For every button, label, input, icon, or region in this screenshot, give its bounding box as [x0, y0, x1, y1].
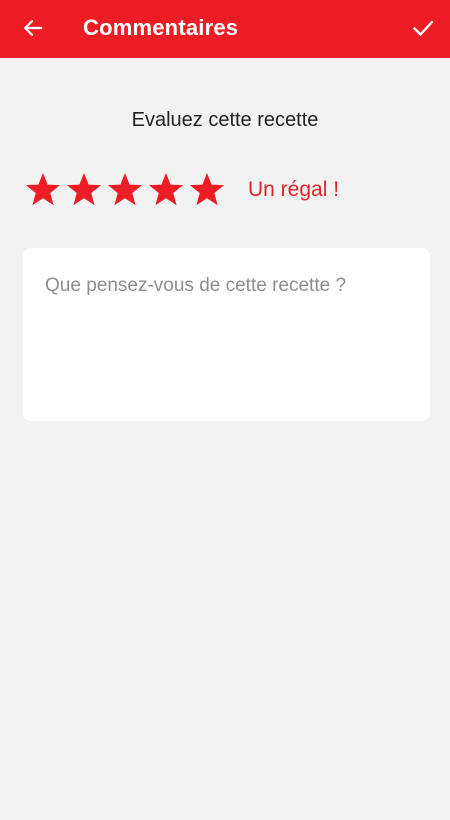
star-icon[interactable] — [65, 171, 103, 209]
back-button[interactable] — [18, 13, 48, 43]
comment-box — [23, 248, 430, 421]
star-icon[interactable] — [188, 171, 226, 209]
star-icon[interactable] — [24, 171, 62, 209]
arrow-left-icon — [24, 20, 43, 36]
rating-heading: Evaluez cette recette — [131, 109, 319, 131]
page-title: Commentaires — [83, 15, 239, 40]
app-bar: Commentaires — [0, 0, 450, 58]
star-icon[interactable] — [106, 171, 144, 209]
comment-input[interactable] — [23, 248, 430, 421]
check-icon — [413, 20, 434, 36]
rating-row: Un régal ! — [24, 169, 339, 211]
rating-label: Un régal ! — [248, 178, 340, 201]
star-icon[interactable] — [147, 171, 185, 209]
star-rating — [24, 171, 229, 209]
confirm-button[interactable] — [406, 11, 440, 45]
